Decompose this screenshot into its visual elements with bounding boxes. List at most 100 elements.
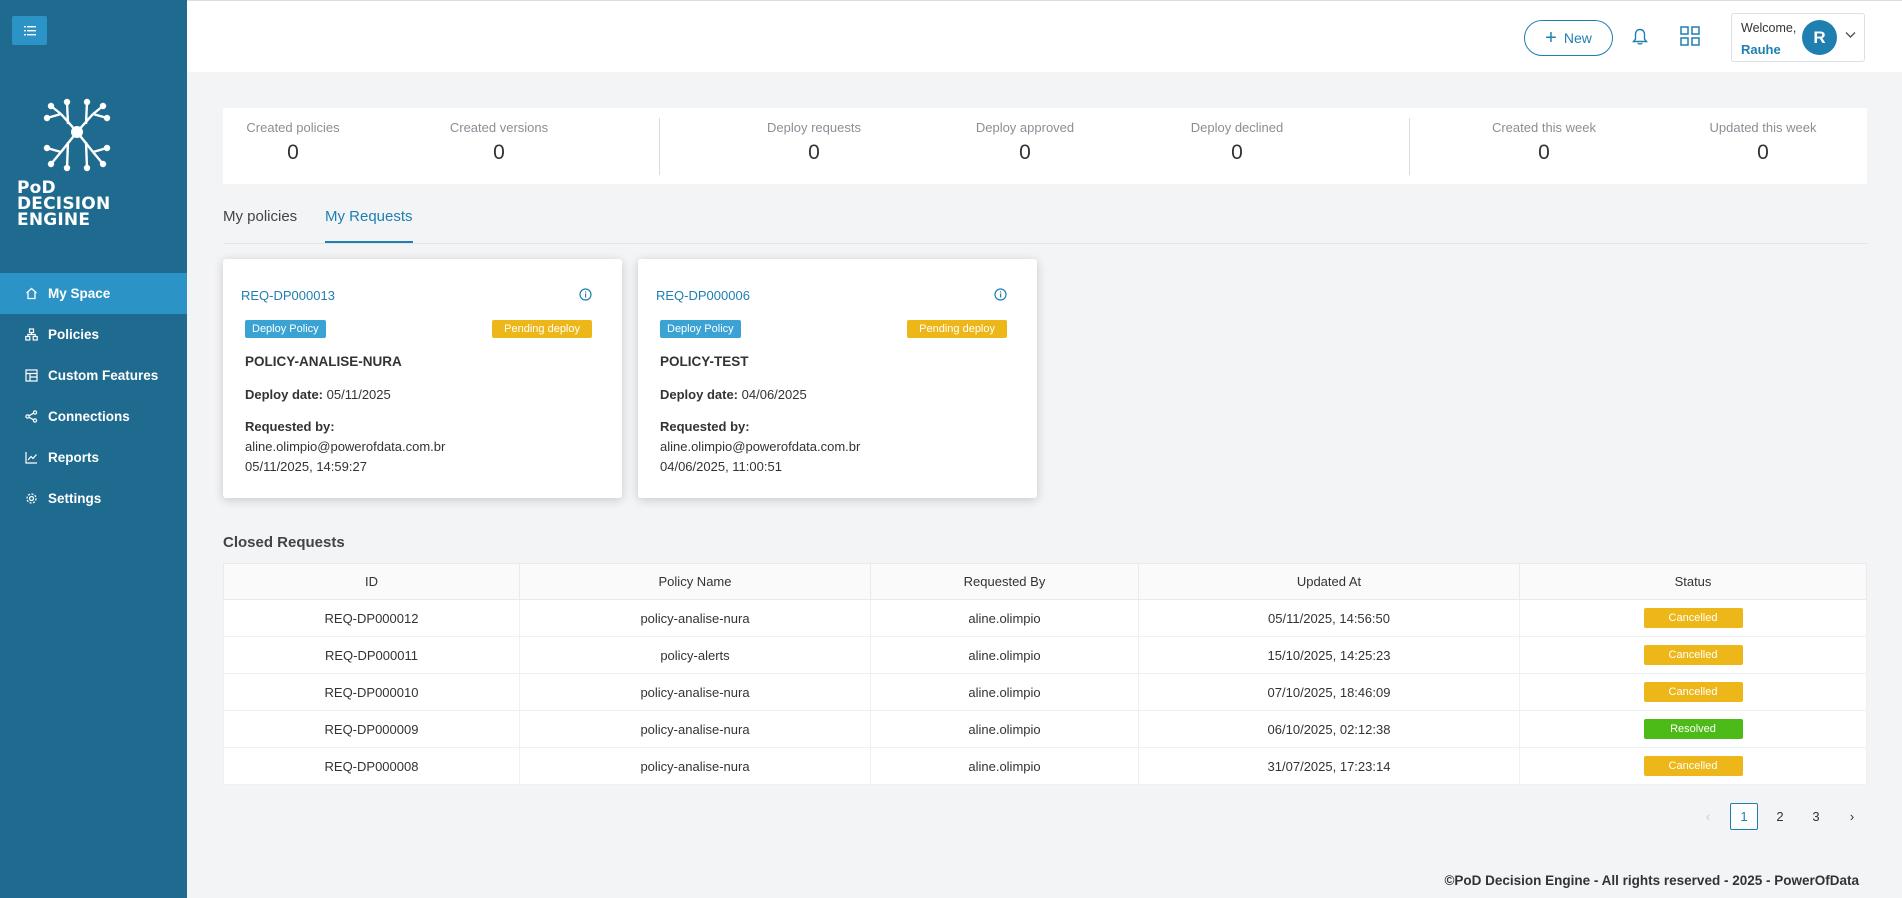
sidebar-item-reports[interactable]: Reports (0, 437, 187, 478)
status-badge: Cancelled (1643, 682, 1743, 702)
gear-icon (24, 492, 38, 506)
info-icon[interactable] (579, 288, 592, 301)
bell-icon[interactable] (1632, 28, 1648, 46)
stat-deploy-declined: Deploy declined 0 (1187, 108, 1287, 165)
updated-at-cell: 07/10/2025, 18:46:09 (1138, 673, 1520, 711)
pagination-prev-button[interactable]: ‹ (1694, 803, 1722, 830)
request-id-link[interactable]: REQ-DP000011 (223, 636, 520, 674)
request-id-link[interactable]: REQ-DP000009 (223, 710, 520, 748)
stat-value: 0 (493, 141, 505, 164)
info-icon[interactable] (994, 288, 1007, 301)
updated-at-cell: 05/11/2025, 14:56:50 (1138, 599, 1520, 637)
sidebar-item-policies[interactable]: Policies (0, 314, 187, 355)
requester-email: aline.olimpio@powerofdata.com.br (660, 439, 861, 454)
stat-label: Deploy requests (767, 120, 861, 135)
stats-panel: Created policies 0 Created versions 0 De… (223, 108, 1867, 184)
policy-name-cell: policy-analise-nura (519, 673, 871, 711)
request-id-link[interactable]: REQ-DP000010 (223, 673, 520, 711)
sidebar-item-label: Reports (48, 450, 100, 465)
line-chart-icon (24, 451, 38, 465)
status-cell: Cancelled (1519, 747, 1867, 785)
new-button[interactable]: + New (1524, 20, 1613, 56)
pagination-next-button[interactable]: › (1838, 803, 1866, 830)
policy-name-cell: policy-analise-nura (519, 710, 871, 748)
stat-value: 0 (808, 141, 820, 164)
deploy-date-value: 05/11/2025 (326, 387, 391, 402)
tab-my-policies[interactable]: My policies (223, 208, 297, 241)
sidebar-item-settings[interactable]: Settings (0, 478, 187, 519)
request-card[interactable]: REQ-DP000013 Deploy Policy Pending deplo… (223, 259, 622, 498)
stat-value: 0 (1231, 141, 1243, 164)
sidebar-item-label: Settings (48, 491, 102, 506)
menu-toggle-button[interactable] (12, 16, 47, 45)
tab-my-requests[interactable]: My Requests (325, 208, 413, 243)
welcome-text: Welcome, (1741, 21, 1797, 35)
type-badge: Deploy Policy (245, 320, 326, 338)
requested-by-cell: aline.olimpio (870, 673, 1139, 711)
column-header-policy-name[interactable]: Policy Name (519, 563, 871, 600)
requested-at: 05/11/2025, 14:59:27 (245, 459, 367, 474)
deploy-date-value: 04/06/2025 (741, 387, 807, 402)
status-cell: Cancelled (1519, 599, 1867, 637)
sidebar-item-label: My Space (48, 286, 111, 301)
stat-value: 0 (1538, 141, 1550, 164)
request-card[interactable]: REQ-DP000006 Deploy Policy Pending deplo… (638, 259, 1037, 498)
stat-updated-this-week: Updated this week 0 (1703, 108, 1823, 165)
footer-copyright: ©PoD Decision Engine - All rights reserv… (1444, 873, 1859, 888)
sidebar-item-my-space[interactable]: My Space (0, 273, 187, 314)
status-badge: Cancelled (1643, 608, 1743, 628)
table-row: REQ-DP000008 policy-analise-nura aline.o… (223, 747, 1867, 785)
policy-name-cell: policy-analise-nura (519, 599, 871, 637)
pagination-page-1[interactable]: 1 (1730, 803, 1758, 830)
status-badge: Pending deploy (492, 320, 592, 338)
status-badge: Pending deploy (907, 320, 1007, 338)
sidebar-item-custom-features[interactable]: Custom Features (0, 355, 187, 396)
requester-email: aline.olimpio@powerofdata.com.br (245, 439, 446, 454)
logo-text: PoD DECISION ENGINE (17, 180, 110, 230)
request-id-link[interactable]: REQ-DP000012 (223, 599, 520, 637)
request-id-link[interactable]: REQ-DP000013 (241, 288, 335, 303)
status-cell: Resolved (1519, 710, 1867, 748)
table-header-row: ID Policy Name Requested By Updated At S… (223, 563, 1867, 600)
updated-at-cell: 15/10/2025, 14:25:23 (1138, 636, 1520, 674)
request-id-link[interactable]: REQ-DP000008 (223, 747, 520, 785)
plus-icon: + (1545, 27, 1557, 49)
avatar: R (1802, 20, 1837, 55)
column-header-requested-by[interactable]: Requested By (870, 563, 1139, 600)
table-row: REQ-DP000009 policy-analise-nura aline.o… (223, 710, 1867, 748)
requested-at: 04/06/2025, 11:00:51 (660, 459, 782, 474)
stat-label: Created versions (449, 120, 549, 135)
stat-value: 0 (1019, 141, 1031, 164)
request-id-link[interactable]: REQ-DP000006 (656, 288, 750, 303)
policy-name-cell: policy-alerts (519, 636, 871, 674)
updated-at-cell: 06/10/2025, 02:12:38 (1138, 710, 1520, 748)
deploy-date: Deploy date: 04/06/2025 (660, 387, 807, 402)
pagination-page-3[interactable]: 3 (1802, 803, 1830, 830)
pagination-page-2[interactable]: 2 (1766, 803, 1794, 830)
stat-label: Created this week (1491, 120, 1597, 135)
stat-value: 0 (1757, 141, 1769, 164)
sidebar-item-label: Connections (48, 409, 130, 424)
stat-value: 0 (287, 141, 299, 164)
user-menu[interactable]: Welcome, Rauhe R (1731, 13, 1865, 62)
column-header-updated-at[interactable]: Updated At (1138, 563, 1520, 600)
table-row: REQ-DP000010 policy-analise-nura aline.o… (223, 673, 1867, 711)
apps-grid-icon[interactable] (1680, 26, 1700, 46)
column-header-status[interactable]: Status (1519, 563, 1867, 600)
updated-at-cell: 31/07/2025, 17:23:14 (1138, 747, 1520, 785)
policy-name: POLICY-TEST (660, 354, 749, 369)
requested-by-cell: aline.olimpio (870, 599, 1139, 637)
logo-line-3: ENGINE (17, 210, 91, 230)
divider (659, 118, 660, 175)
requested-by-cell: aline.olimpio (870, 710, 1139, 748)
sidebar-item-label: Policies (48, 327, 100, 342)
status-badge: Cancelled (1643, 756, 1743, 776)
sidebar-item-connections[interactable]: Connections (0, 396, 187, 437)
pod-logo-icon (43, 98, 111, 172)
stat-deploy-approved: Deploy approved 0 (975, 108, 1075, 165)
table-icon (24, 369, 38, 383)
closed-requests-table: ID Policy Name Requested By Updated At S… (223, 563, 1867, 785)
column-header-id[interactable]: ID (223, 563, 520, 600)
deploy-date-label: Deploy date: (660, 387, 739, 402)
type-badge: Deploy Policy (660, 320, 741, 338)
